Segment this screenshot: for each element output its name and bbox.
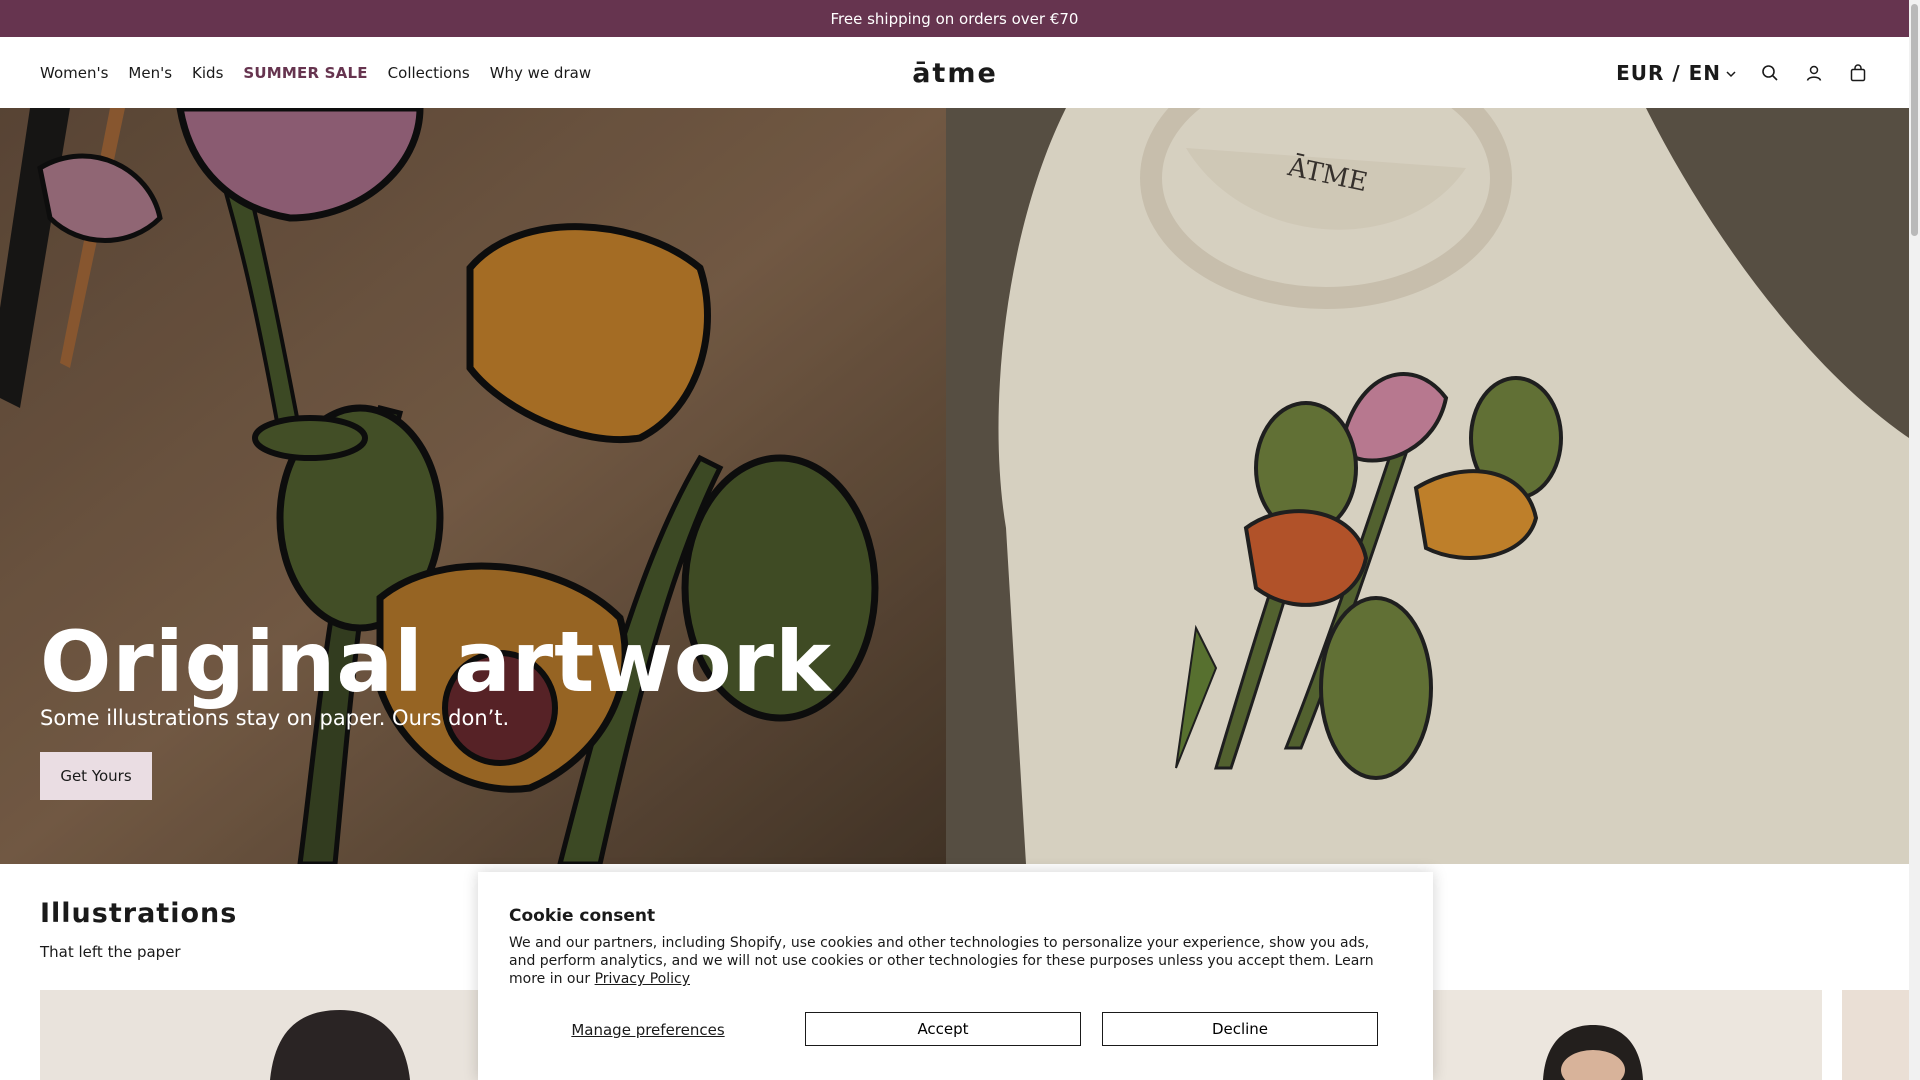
section-title: Illustrations [40, 898, 238, 929]
nav-collections[interactable]: Collections [388, 64, 470, 82]
logo-text: ātme [912, 57, 998, 89]
locale-selector[interactable]: EUR / EN [1616, 61, 1737, 85]
decline-button[interactable]: Decline [1102, 1012, 1378, 1046]
nav-womens[interactable]: Women's [40, 64, 108, 82]
search-icon[interactable] [1759, 62, 1781, 84]
cart-icon[interactable] [1847, 62, 1869, 84]
hero-artwork-image [0, 108, 946, 864]
site-logo[interactable]: ātme [912, 55, 998, 91]
hero-title: Original artwork [40, 613, 832, 711]
announcement-text: Free shipping on orders over €70 [830, 9, 1079, 28]
account-icon[interactable] [1803, 62, 1825, 84]
cookie-consent-dialog: Cookie consent We and our partners, incl… [478, 872, 1433, 1080]
hero-banner: ĀTME Original artwork Some illustrations… [0, 108, 1909, 864]
accept-button[interactable]: Accept [805, 1012, 1081, 1046]
chevron-down-icon [1725, 61, 1737, 85]
section-subtitle: That left the paper [40, 943, 181, 961]
manage-preferences-link[interactable]: Manage preferences [509, 1012, 787, 1048]
main-nav: Women's Men's Kids SUMMER SALE Collectio… [40, 37, 591, 108]
locale-label: EUR / EN [1616, 60, 1721, 85]
announcement-bar: Free shipping on orders over €70 [0, 0, 1909, 37]
product-card[interactable] [1842, 990, 1909, 1080]
get-yours-button[interactable]: Get Yours [40, 752, 152, 800]
nav-mens[interactable]: Men's [128, 64, 172, 82]
nav-summer-sale[interactable]: SUMMER SALE [243, 64, 367, 82]
page-scrollbar[interactable] [1909, 0, 1920, 1080]
site-header: Women's Men's Kids SUMMER SALE Collectio… [0, 37, 1909, 109]
hero-tshirt-image: ĀTME [946, 108, 1909, 864]
product-card[interactable] [40, 990, 480, 1080]
hero-subtitle: Some illustrations stay on paper. Ours d… [40, 706, 510, 730]
product-card[interactable] [1433, 990, 1822, 1080]
nav-kids[interactable]: Kids [192, 64, 223, 82]
scrollbar-thumb[interactable] [1911, 4, 1918, 236]
privacy-policy-link[interactable]: Privacy Policy [595, 971, 690, 987]
header-actions: EUR / EN [1616, 37, 1869, 108]
cookie-title: Cookie consent [509, 906, 656, 926]
nav-why-we-draw[interactable]: Why we draw [490, 64, 591, 82]
cookie-body: We and our partners, including Shopify, … [509, 934, 1399, 988]
